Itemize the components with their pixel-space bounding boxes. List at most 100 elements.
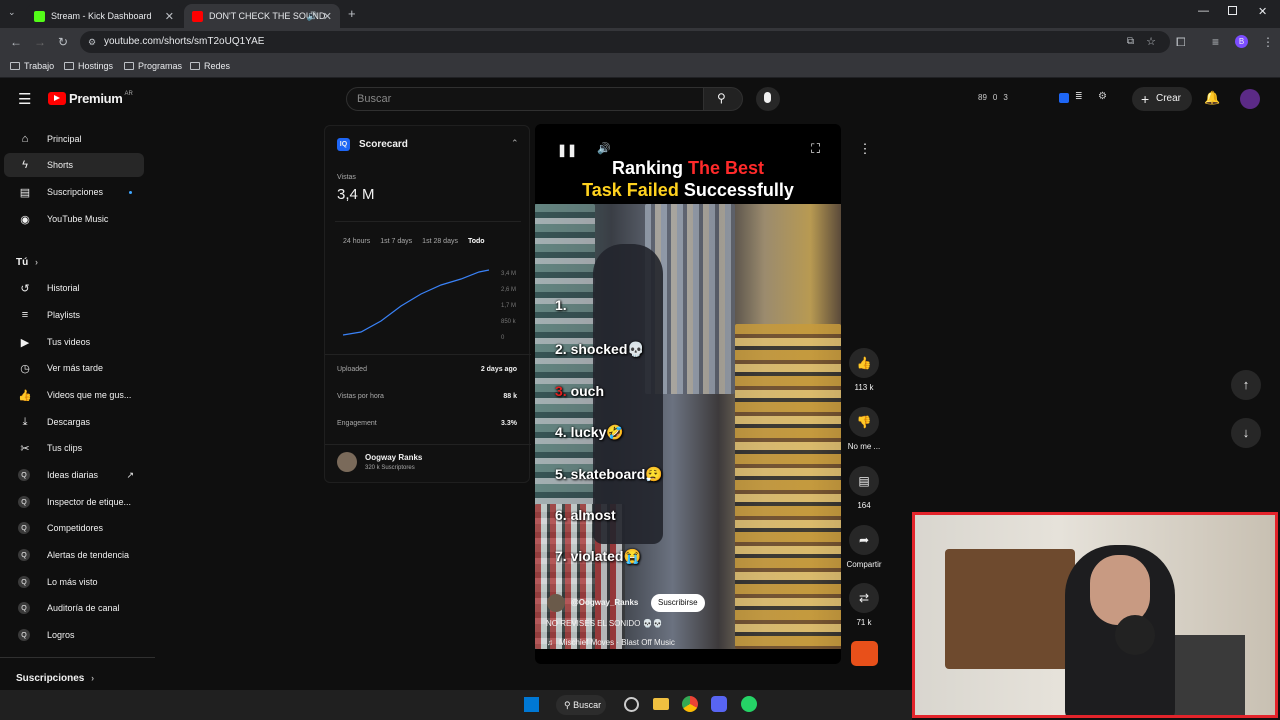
scissors-icon: ✂ [20, 442, 30, 455]
sidebar-item-competidores[interactable]: Q Competidores [4, 516, 144, 540]
sidebar-item-suscripciones[interactable]: ▤ Suscripciones [4, 180, 144, 204]
audio-thumbnail[interactable] [851, 641, 878, 666]
pause-icon[interactable]: ❚❚ [557, 143, 577, 157]
next-short-button[interactable]: ↓ [1231, 418, 1261, 448]
vidiq-menu-icon[interactable]: ≣ [1075, 91, 1083, 102]
sidebar-item-tus-videos[interactable]: ▶ Tus videos [4, 330, 144, 354]
video-channel-handle[interactable]: @Oogway_Ranks [571, 598, 638, 607]
sidebar-item-playlists[interactable]: ≡ Playlists [4, 303, 144, 327]
reload-icon[interactable]: ↻ [58, 35, 68, 49]
search-icon: ⚲ [717, 91, 726, 105]
new-tab-icon[interactable]: + [348, 6, 356, 21]
back-icon[interactable]: ← [10, 35, 22, 49]
range-tabs: 24 hours 1st 7 days 1st 28 days Todo [343, 238, 485, 245]
hamburger-menu-icon[interactable]: ☰ [18, 90, 31, 108]
range-tab-24h[interactable]: 24 hours [343, 238, 370, 245]
sidebar-item-ideas-diarias[interactable]: Q Ideas diarias ↗ [4, 463, 144, 487]
more-options-button[interactable]: ⋮ [852, 136, 878, 162]
obs-icon[interactable] [624, 697, 639, 712]
fullscreen-icon[interactable]: ⛶ [811, 141, 820, 157]
bookmark-folder[interactable]: Redes [190, 61, 230, 71]
forward-icon[interactable]: → [34, 35, 46, 49]
url-field[interactable]: ⚙ youtube.com/shorts/smT2oUQ1YAE ☆ ⧉ [80, 31, 1170, 53]
extensions-icon[interactable]: ⧠ [1176, 35, 1186, 50]
youtube-premium-logo[interactable]: Premium AR [48, 91, 133, 106]
sidebar-section-subscriptions[interactable]: Suscripciones › [16, 673, 94, 684]
sidebar-item-descargas[interactable]: ⤓ Descargas [4, 410, 144, 434]
bookmark-star-icon[interactable]: ☆ [1146, 31, 1156, 53]
sidebar-item-auditoria[interactable]: Q Auditoría de canal [4, 596, 144, 620]
sidebar-item-shorts[interactable]: ϟ Shorts [4, 153, 144, 177]
close-tab-icon[interactable]: ✕ [323, 10, 332, 23]
notifications-bell-icon[interactable]: 🔔 [1204, 90, 1220, 106]
range-tab-28d[interactable]: 1st 28 days [422, 238, 458, 245]
subscribe-button[interactable]: Suscribirse [651, 594, 705, 612]
vidiq-settings-icon[interactable]: ⚙ [1098, 91, 1107, 102]
dislike-button[interactable]: 👎 No me ... [842, 407, 886, 451]
sidebar-item-inspector[interactable]: Q Inspector de etique... [4, 490, 144, 514]
bookmark-folder[interactable]: Programas [124, 61, 182, 71]
comments-button[interactable]: ▤ 164 [842, 466, 886, 510]
taskbar-search[interactable]: ⚲ Buscar [556, 695, 606, 715]
account-avatar[interactable] [1240, 89, 1260, 109]
tab-youtube-short[interactable]: DON'T CHECK THE SOUND 🔊 ✕ [184, 4, 340, 28]
sidebar-item-ver-mas-tarde[interactable]: ◷ Ver más tarde [4, 356, 144, 380]
sidebar-item-alertas[interactable]: Q Alertas de tendencia [4, 543, 144, 567]
cast-icon[interactable]: ⧉ [1127, 31, 1134, 53]
bookmark-folder[interactable]: Hostings [64, 61, 113, 71]
like-button[interactable]: 👍 113 k [842, 348, 886, 392]
search-input[interactable]: Buscar [346, 87, 704, 111]
range-tab-7d[interactable]: 1st 7 days [380, 238, 412, 245]
microphone-icon [764, 92, 771, 103]
create-button[interactable]: + Crear [1132, 87, 1192, 111]
video-channel-avatar[interactable] [547, 594, 565, 612]
folder-icon [124, 62, 134, 70]
profile-avatar[interactable]: B [1235, 35, 1248, 48]
tab-menu-icon[interactable]: ⌄ [8, 7, 16, 18]
collapse-chevron-icon[interactable]: ⌃ [511, 138, 519, 149]
browser-menu-icon[interactable]: ⋮ [1262, 35, 1274, 49]
remix-button[interactable]: ⇄ 71 k [842, 583, 886, 627]
uploaded-label: Uploaded [337, 366, 367, 373]
file-explorer-icon[interactable] [653, 698, 669, 710]
chrome-icon[interactable] [682, 696, 698, 712]
sidebar-item-youtube-music[interactable]: ◉ YouTube Music [4, 207, 144, 231]
voice-search-button[interactable] [756, 87, 780, 111]
site-info-icon[interactable]: ⚙ [88, 31, 96, 53]
vidiq-icon[interactable] [1059, 93, 1069, 103]
sidebar-item-historial[interactable]: ↺ Historial [4, 276, 144, 300]
channel-avatar[interactable] [337, 452, 357, 472]
vidiq-stats[interactable]: 89 0 3 [978, 93, 1008, 102]
bookmark-folder[interactable]: Trabajo [10, 61, 54, 71]
discord-icon[interactable] [711, 696, 727, 712]
close-window-icon[interactable]: ✕ [1258, 5, 1267, 18]
channel-name[interactable]: Oogway Ranks [365, 453, 422, 462]
sidebar-item-principal[interactable]: ⌂ Principal [4, 127, 144, 151]
music-track[interactable]: Mischief Moves · Blast Off Music [559, 638, 675, 647]
reading-list-icon[interactable]: ≡ [1212, 35, 1219, 49]
short-video-player[interactable]: Ranking The Best Task Failed Successfull… [535, 124, 841, 664]
close-tab-icon[interactable]: ✕ [165, 10, 174, 23]
bookmark-label: Trabajo [24, 61, 55, 71]
search-button[interactable]: ⚲ [703, 87, 743, 111]
sidebar-item-logros[interactable]: Q Logros [4, 623, 144, 647]
share-button[interactable]: ➦ Compartir [840, 525, 888, 569]
previous-short-button[interactable]: ↑ [1231, 370, 1261, 400]
sidebar-item-label: Lo más visto [47, 577, 98, 587]
speaker-icon[interactable]: 🔊 [307, 11, 318, 22]
maximize-icon[interactable] [1228, 6, 1237, 15]
whatsapp-icon[interactable] [741, 696, 757, 712]
browser-tab-bar: ⌄ Stream - Kick Dashboard ✕ DON'T CHECK … [0, 0, 1280, 28]
webcam-streamer-face [1090, 555, 1150, 625]
sidebar-item-liked-videos[interactable]: 👍 Videos que me gus... [4, 383, 144, 407]
sidebar-section-you[interactable]: Tú › [16, 257, 38, 268]
section-label: Suscripciones [16, 673, 85, 684]
volume-icon[interactable]: 🔊 [597, 142, 611, 155]
sidebar-item-label: YouTube Music [47, 214, 109, 224]
sidebar-item-tus-clips[interactable]: ✂ Tus clips [4, 436, 144, 460]
minimize-icon[interactable]: — [1198, 5, 1209, 17]
windows-start-icon[interactable] [524, 697, 539, 712]
range-tab-all[interactable]: Todo [468, 238, 485, 245]
tab-kick-dashboard[interactable]: Stream - Kick Dashboard ✕ [26, 4, 182, 28]
sidebar-item-lo-mas-visto[interactable]: Q Lo más visto [4, 570, 144, 594]
